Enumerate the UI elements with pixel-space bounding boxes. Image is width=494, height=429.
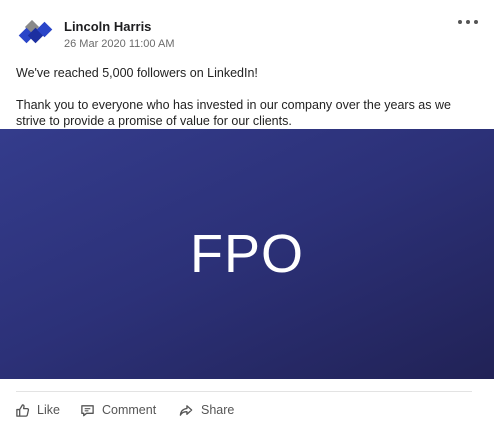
author-name[interactable]: Lincoln Harris bbox=[64, 19, 151, 35]
post-text-paragraph: We've reached 5,000 followers on LinkedI… bbox=[16, 66, 258, 80]
post-text-paragraph: Thank you to everyone who has invested i… bbox=[16, 98, 451, 128]
social-post-card: Lincoln Harris 26 Mar 2020 11:00 AM We'v… bbox=[0, 0, 494, 429]
post-actions-bar: Like Comment Share bbox=[0, 398, 494, 422]
comment-icon bbox=[81, 404, 94, 416]
company-logo-icon bbox=[18, 20, 53, 44]
post-media-image[interactable]: FPO bbox=[0, 129, 494, 379]
thumbs-up-icon bbox=[16, 403, 30, 417]
actions-divider bbox=[16, 391, 472, 392]
share-button[interactable]: Share bbox=[178, 398, 234, 422]
share-label: Share bbox=[201, 403, 235, 417]
more-options-ellipsis-icon[interactable] bbox=[454, 12, 482, 32]
comment-label: Comment bbox=[102, 403, 157, 417]
share-arrow-icon bbox=[179, 404, 193, 416]
media-placeholder-label: FPO bbox=[189, 224, 304, 284]
post-header: Lincoln Harris 26 Mar 2020 11:00 AM bbox=[0, 0, 494, 64]
post-timestamp: 26 Mar 2020 11:00 AM bbox=[64, 38, 175, 50]
like-button[interactable]: Like bbox=[15, 398, 60, 422]
comment-button[interactable]: Comment bbox=[80, 398, 156, 422]
like-label: Like bbox=[37, 403, 60, 417]
